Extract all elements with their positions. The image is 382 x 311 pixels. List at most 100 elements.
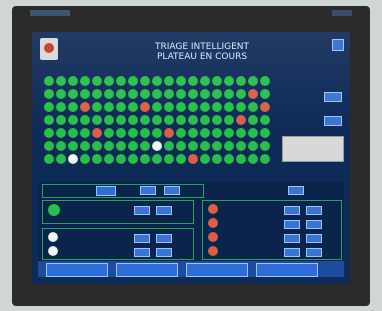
tray-slot: [68, 115, 78, 125]
tray-slot: [152, 154, 162, 164]
tray-slot: [188, 154, 198, 164]
tray-slot: [92, 102, 102, 112]
tray-slot: [80, 89, 90, 99]
tray-slot: [56, 154, 66, 164]
tray-slot: [260, 102, 270, 112]
tray-slot: [128, 154, 138, 164]
left-group-2-field-d[interactable]: [156, 248, 172, 257]
tray-slot: [140, 141, 150, 151]
left-group-2-field-b[interactable]: [156, 234, 172, 243]
tray-slot: [236, 89, 246, 99]
tray-slot: [104, 128, 114, 138]
lower-control-area: [38, 182, 344, 277]
tray-slot: [248, 115, 258, 125]
tray-slot: [116, 76, 126, 86]
right-group-field-6[interactable]: [306, 234, 322, 243]
tray-slot: [176, 102, 186, 112]
tray-slot: [176, 89, 186, 99]
left-group-1-field-b[interactable]: [156, 206, 172, 215]
tray-slot: [200, 76, 210, 86]
screen-title: TRIAGE INTELLIGENT PLATEAU EN COURS: [127, 42, 277, 62]
tray-slot: [152, 102, 162, 112]
white-dot-icon-2: [48, 246, 58, 256]
mode-button[interactable]: [96, 186, 116, 196]
right-group-field-1[interactable]: [284, 206, 300, 215]
tray-slot: [56, 115, 66, 125]
tray-slot: [128, 102, 138, 112]
tray-slot: [164, 128, 174, 138]
tray-slot: [44, 128, 54, 138]
footer-button-2[interactable]: [116, 263, 178, 277]
tray-slot: [248, 141, 258, 151]
tray-slot: [92, 141, 102, 151]
tray-slot: [104, 89, 114, 99]
mode-field-2[interactable]: [164, 186, 180, 195]
tray-slot: [212, 141, 222, 151]
footer-button-3[interactable]: [186, 263, 248, 277]
right-field-2[interactable]: [324, 116, 342, 126]
footer-button-4[interactable]: [256, 263, 318, 277]
left-group-1-field-a[interactable]: [134, 206, 150, 215]
tray-slot: [164, 89, 174, 99]
tray-slot: [44, 76, 54, 86]
grey-action-button[interactable]: [282, 136, 344, 162]
tray-slot: [200, 154, 210, 164]
tray-slot: [224, 89, 234, 99]
tray-slot: [200, 89, 210, 99]
right-group-field-5[interactable]: [284, 234, 300, 243]
tray-slot: [128, 141, 138, 151]
tray-slot: [44, 141, 54, 151]
tray-slot: [200, 115, 210, 125]
left-group-2-field-a[interactable]: [134, 234, 150, 243]
tray-slot: [68, 76, 78, 86]
tray-slot: [260, 141, 270, 151]
square-button-icon[interactable]: [332, 39, 344, 51]
green-dot-icon: [48, 204, 60, 216]
tray-slot: [92, 128, 102, 138]
tray-slot: [68, 102, 78, 112]
tray-slot: [80, 76, 90, 86]
right-group-field-7[interactable]: [284, 248, 300, 257]
tray-slot: [176, 128, 186, 138]
tray-slot: [56, 128, 66, 138]
tray-slot: [92, 76, 102, 86]
tray-slot: [68, 128, 78, 138]
tray-slot: [260, 76, 270, 86]
tray-slot: [104, 102, 114, 112]
tray-slot: [212, 128, 222, 138]
tray-slot: [140, 154, 150, 164]
right-group-field-8[interactable]: [306, 248, 322, 257]
tray-slot: [200, 141, 210, 151]
logo-icon: [40, 38, 58, 60]
tray-slot: [128, 128, 138, 138]
tray-slot: [260, 89, 270, 99]
tray-slot: [188, 76, 198, 86]
mode-field-1[interactable]: [140, 186, 156, 195]
tray-slot: [188, 115, 198, 125]
tray-slot: [212, 115, 222, 125]
tray-slot: [128, 89, 138, 99]
monitor-frame: TRIAGE INTELLIGENT PLATEAU EN COURS: [12, 6, 370, 306]
right-group-field-3[interactable]: [284, 220, 300, 229]
tray-slot: [68, 141, 78, 151]
tray-slot: [56, 102, 66, 112]
tray-slot: [104, 115, 114, 125]
right-field-1[interactable]: [324, 92, 342, 102]
tray-slot: [44, 102, 54, 112]
tray-slot: [152, 89, 162, 99]
footer-button-1[interactable]: [46, 263, 108, 277]
mode-field-3[interactable]: [288, 186, 304, 195]
tray-slot: [92, 89, 102, 99]
tray-slot: [248, 76, 258, 86]
right-group-field-4[interactable]: [306, 220, 322, 229]
tray-slot: [260, 128, 270, 138]
tray-slot: [236, 128, 246, 138]
right-group-field-2[interactable]: [306, 206, 322, 215]
tray-slot: [116, 89, 126, 99]
tray-slot: [104, 154, 114, 164]
tray-slot: [224, 154, 234, 164]
tray-slot: [260, 115, 270, 125]
tray-slot: [44, 89, 54, 99]
bezel-logo-right: [332, 10, 352, 16]
left-group-2-field-c[interactable]: [134, 248, 150, 257]
